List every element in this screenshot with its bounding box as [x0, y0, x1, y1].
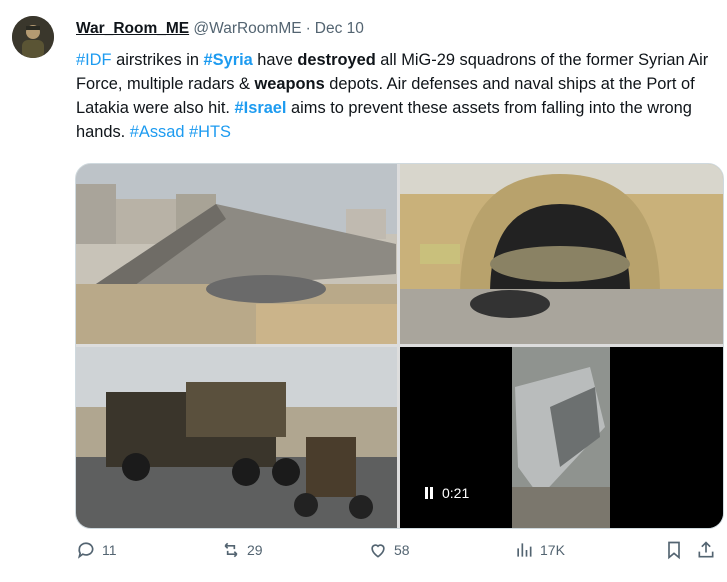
- bold-destroyed: destroyed: [297, 51, 376, 69]
- video-duration-badge[interactable]: 0:21: [416, 482, 478, 504]
- repost-button[interactable]: 29: [221, 540, 263, 560]
- heart-icon: [371, 544, 385, 558]
- separator: ·: [305, 20, 311, 37]
- reply-count: 11: [102, 542, 117, 558]
- share-icon: [698, 541, 714, 558]
- tweet-date[interactable]: Dec 10: [315, 20, 364, 37]
- like-count: 58: [394, 542, 410, 558]
- pause-icon[interactable]: [424, 487, 434, 499]
- tweet-text: #IDF airstrikes in #Syria have destroyed…: [76, 48, 716, 144]
- hashtag-israel[interactable]: #Israel: [235, 99, 287, 117]
- repost-count: 29: [247, 542, 263, 558]
- avatar-image: [12, 16, 54, 58]
- video-duration: 0:21: [442, 485, 470, 501]
- author-handle[interactable]: @WarRoomME: [193, 20, 301, 37]
- action-bar: 11 29 58 17K: [76, 540, 716, 570]
- views-count: 17K: [540, 542, 565, 558]
- reply-button[interactable]: 11: [76, 540, 117, 560]
- text-segment: have: [252, 51, 298, 69]
- hashtag-hts[interactable]: #HTS: [189, 123, 231, 141]
- author-name[interactable]: War_Room_ME: [76, 20, 189, 37]
- hashtag-idf[interactable]: #IDF: [76, 51, 112, 69]
- hashtag-syria[interactable]: #Syria: [204, 51, 253, 69]
- photo-destroyed-hangar[interactable]: [76, 164, 397, 344]
- like-button[interactable]: 58: [368, 540, 410, 560]
- share-button[interactable]: [696, 540, 716, 560]
- avatar[interactable]: [12, 16, 54, 58]
- bookmark-button[interactable]: [664, 540, 684, 560]
- views-button[interactable]: 17K: [514, 540, 565, 560]
- tweet-header: War_Room_ME @WarRoomME · Dec 10: [76, 20, 364, 38]
- hashtag-assad[interactable]: #Assad: [130, 123, 185, 141]
- photo-burned-truck[interactable]: [76, 347, 397, 528]
- repost-icon: [224, 542, 238, 558]
- reply-icon: [77, 542, 94, 559]
- bookmark-icon: [668, 541, 680, 560]
- media-grid: 0:21: [75, 163, 724, 529]
- photo-helicopter-shelter[interactable]: [400, 164, 723, 344]
- views-icon: [517, 543, 532, 557]
- bold-weapons: weapons: [254, 75, 325, 93]
- text-segment: airstrikes in: [111, 51, 204, 69]
